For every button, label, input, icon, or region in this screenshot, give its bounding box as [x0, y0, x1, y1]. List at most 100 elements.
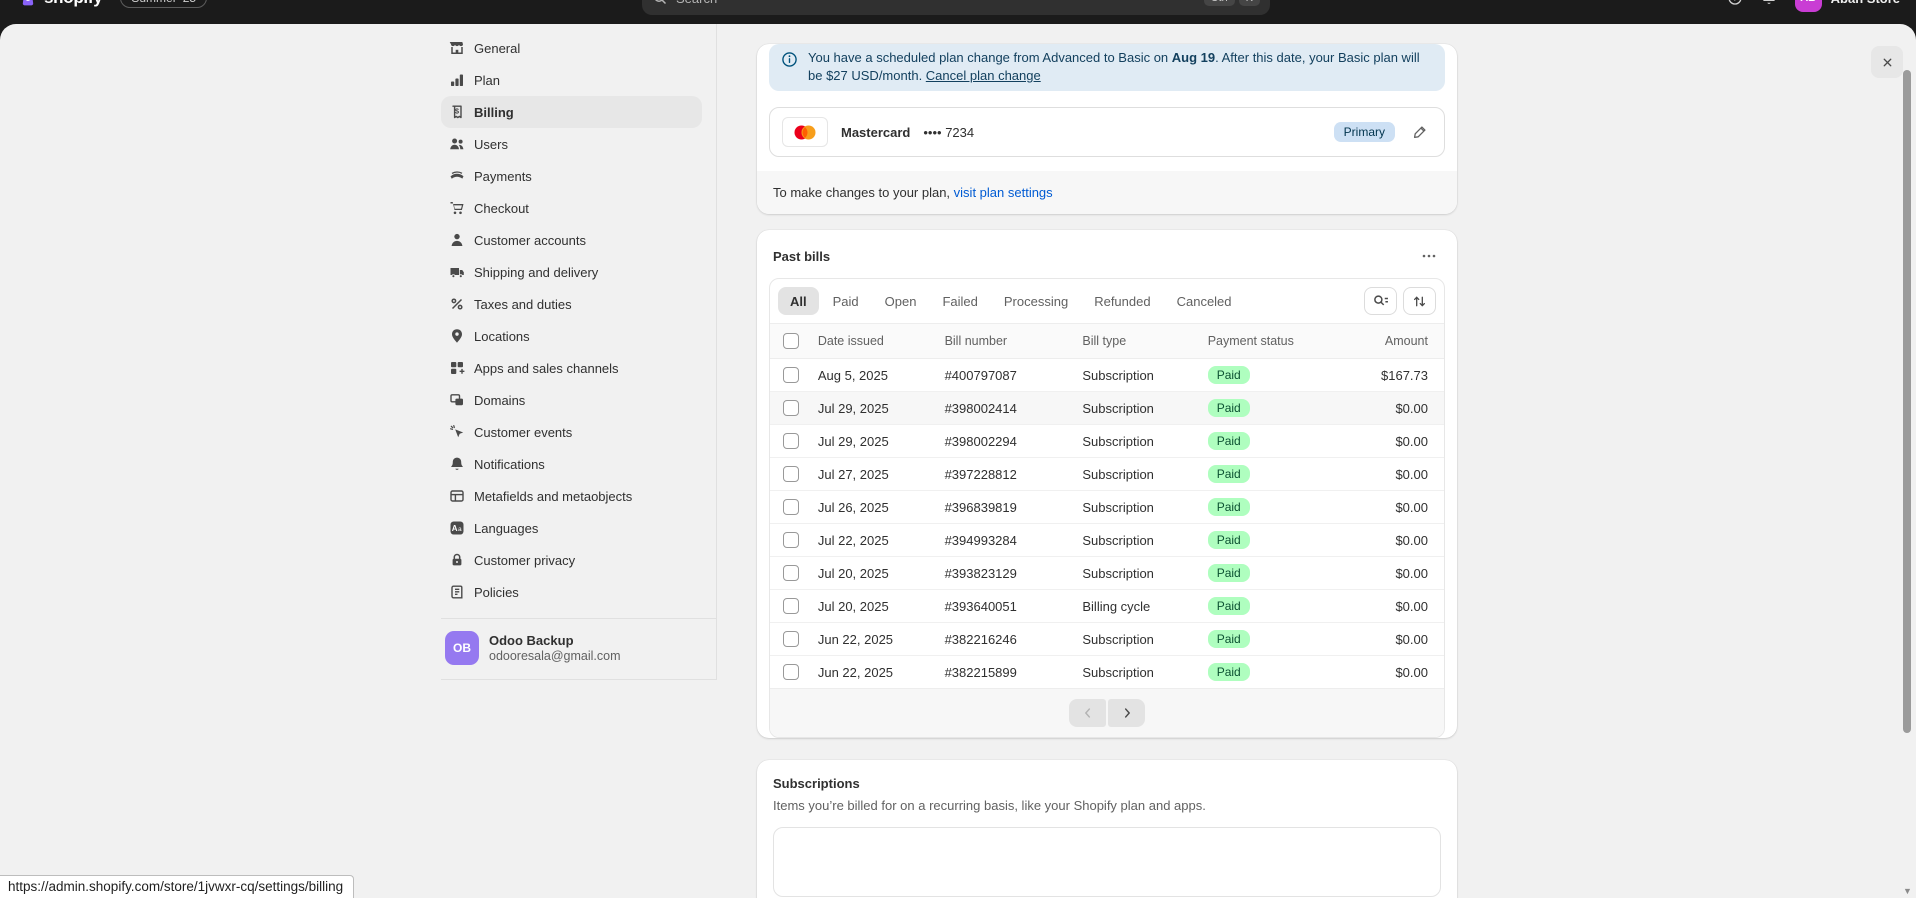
sort-button[interactable] — [1403, 287, 1436, 315]
bill-number: #382215899 — [937, 656, 1075, 689]
sidebar-account-button[interactable]: OB Odoo Backup odooresala@gmail.com — [441, 618, 716, 679]
filter-tab[interactable]: Paid — [821, 287, 871, 315]
bill-date: Jul 20, 2025 — [810, 557, 937, 590]
plan-footer: To make changes to your plan, visit plan… — [757, 171, 1457, 214]
column-header-bill-number[interactable]: Bill number — [937, 324, 1075, 359]
row-checkbox[interactable] — [783, 499, 799, 515]
store-menu-button[interactable]: AB Aban Store — [1795, 0, 1900, 12]
bill-row[interactable]: Jun 22, 2025 #382215899 Subscription Pai… — [770, 656, 1444, 689]
sidebar-item-general[interactable]: General — [441, 32, 702, 64]
row-checkbox[interactable] — [783, 598, 799, 614]
bill-row[interactable]: Jun 22, 2025 #382216246 Subscription Pai… — [770, 623, 1444, 656]
sort-arrows-icon — [1412, 294, 1427, 309]
sidebar-item-label: Payments — [474, 169, 532, 184]
bill-number: #382216246 — [937, 623, 1075, 656]
scrollbar-thumb[interactable] — [1903, 70, 1911, 733]
bill-date: Jul 29, 2025 — [810, 425, 937, 458]
bill-date: Jul 29, 2025 — [810, 392, 937, 425]
bill-number: #393640051 — [937, 590, 1075, 623]
column-header-date[interactable]: Date issued — [810, 324, 937, 359]
sidebar-item-label: Notifications — [474, 457, 545, 472]
sidebar-item-notifications[interactable]: Notifications — [441, 448, 702, 480]
scrollbar-down-arrow[interactable]: ▼ — [1903, 887, 1911, 896]
next-page-button[interactable] — [1108, 699, 1145, 727]
row-checkbox[interactable] — [783, 433, 799, 449]
store-icon — [449, 40, 465, 56]
column-header-payment-status[interactable]: Payment status — [1200, 324, 1373, 359]
help-icon[interactable]: ? — [1727, 0, 1743, 6]
sidebar-item-locations[interactable]: Locations — [441, 320, 702, 352]
sidebar-item-label: Customer events — [474, 425, 572, 440]
bill-row[interactable]: Jul 29, 2025 #398002294 Subscription Pai… — [770, 425, 1444, 458]
sidebar-item-plan[interactable]: Plan — [441, 64, 702, 96]
sidebar-item-label: Locations — [474, 329, 530, 344]
bill-row[interactable]: Aug 5, 2025 #400797087 Subscription Paid… — [770, 359, 1444, 392]
bill-row[interactable]: Jul 26, 2025 #396839819 Subscription Pai… — [770, 491, 1444, 524]
filter-tab[interactable]: Refunded — [1082, 287, 1162, 315]
sidebar-item-users[interactable]: Users — [441, 128, 702, 160]
sidebar-item-payments[interactable]: Payments — [441, 160, 702, 192]
row-checkbox[interactable] — [783, 532, 799, 548]
cursor-click-icon — [449, 424, 465, 440]
column-header-bill-type[interactable]: Bill type — [1074, 324, 1199, 359]
payment-status-badge: Paid — [1208, 630, 1250, 648]
select-all-checkbox[interactable] — [783, 333, 799, 349]
filter-tab[interactable]: Open — [873, 287, 929, 315]
bill-amount: $0.00 — [1373, 623, 1444, 656]
past-bills-menu-button[interactable] — [1417, 244, 1441, 268]
bill-number: #394993284 — [937, 524, 1075, 557]
filter-tab[interactable]: Processing — [992, 287, 1080, 315]
sidebar-item-checkout[interactable]: Checkout — [441, 192, 702, 224]
sidebar-item-billing[interactable]: $ Billing — [441, 96, 702, 128]
global-search-input[interactable]: Search Ctrl K — [642, 0, 1270, 15]
sidebar-item-customer-accounts[interactable]: Customer accounts — [441, 224, 702, 256]
row-checkbox[interactable] — [783, 565, 799, 581]
bill-row[interactable]: Jul 27, 2025 #397228812 Subscription Pai… — [770, 458, 1444, 491]
sidebar-item-customer-privacy[interactable]: Customer privacy — [441, 544, 702, 576]
cancel-plan-change-link[interactable]: Cancel plan change — [926, 68, 1041, 83]
store-avatar: AB — [1795, 0, 1822, 12]
bell-icon — [449, 456, 465, 472]
row-checkbox[interactable] — [783, 664, 799, 680]
previous-page-button[interactable] — [1069, 699, 1106, 727]
bill-row[interactable]: Jul 20, 2025 #393823129 Subscription Pai… — [770, 557, 1444, 590]
bill-number: #397228812 — [937, 458, 1075, 491]
bill-row[interactable]: Jul 29, 2025 #398002414 Subscription Pai… — [770, 392, 1444, 425]
row-checkbox[interactable] — [783, 466, 799, 482]
bill-number: #398002294 — [937, 425, 1075, 458]
logo-wordmark: shopify — [44, 0, 102, 8]
filter-tab[interactable]: Canceled — [1165, 287, 1244, 315]
shopify-logo[interactable]: S shopify Summer ’25 — [20, 0, 207, 8]
bill-row[interactable]: Jul 22, 2025 #394993284 Subscription Pai… — [770, 524, 1444, 557]
sidebar-item-metafields[interactable]: Metafields and metaobjects — [441, 480, 702, 512]
notifications-bell-icon[interactable] — [1761, 0, 1777, 6]
visit-plan-settings-link[interactable]: visit plan settings — [954, 185, 1053, 200]
sidebar-item-taxes[interactable]: Taxes and duties — [441, 288, 702, 320]
sidebar-item-shipping[interactable]: Shipping and delivery — [441, 256, 702, 288]
column-header-amount[interactable]: Amount — [1373, 324, 1444, 359]
sidebar-item-apps[interactable]: Apps and sales channels — [441, 352, 702, 384]
svg-text:S: S — [26, 0, 30, 3]
person-icon — [449, 232, 465, 248]
edit-payment-button[interactable] — [1408, 120, 1432, 144]
filter-tab[interactable]: Failed — [930, 287, 989, 315]
past-bills-toolbar: All Paid Open Failed Processing Refunded — [770, 279, 1444, 323]
row-checkbox[interactable] — [783, 631, 799, 647]
users-icon — [449, 136, 465, 152]
search-filter-button[interactable] — [1364, 287, 1397, 315]
banner-text: You have a scheduled plan change from Ad… — [808, 49, 1433, 85]
sidebar-item-label: Shipping and delivery — [474, 265, 598, 280]
close-settings-button[interactable] — [1871, 46, 1903, 78]
sidebar-item-customer-events[interactable]: Customer events — [441, 416, 702, 448]
sidebar-item-languages[interactable]: Aa Languages — [441, 512, 702, 544]
row-checkbox[interactable] — [783, 367, 799, 383]
bill-date: Jun 22, 2025 — [810, 656, 937, 689]
past-bills-table: Date issued Bill number Bill type Paymen… — [770, 323, 1444, 688]
bill-row[interactable]: Jul 20, 2025 #393640051 Billing cycle Pa… — [770, 590, 1444, 623]
sidebar-item-label: General — [474, 41, 520, 56]
row-checkbox[interactable] — [783, 400, 799, 416]
sidebar-item-policies[interactable]: Policies — [441, 576, 702, 608]
sidebar-item-domains[interactable]: Domains — [441, 384, 702, 416]
filter-tab[interactable]: All — [778, 287, 819, 315]
past-bills-title: Past bills — [773, 249, 830, 264]
